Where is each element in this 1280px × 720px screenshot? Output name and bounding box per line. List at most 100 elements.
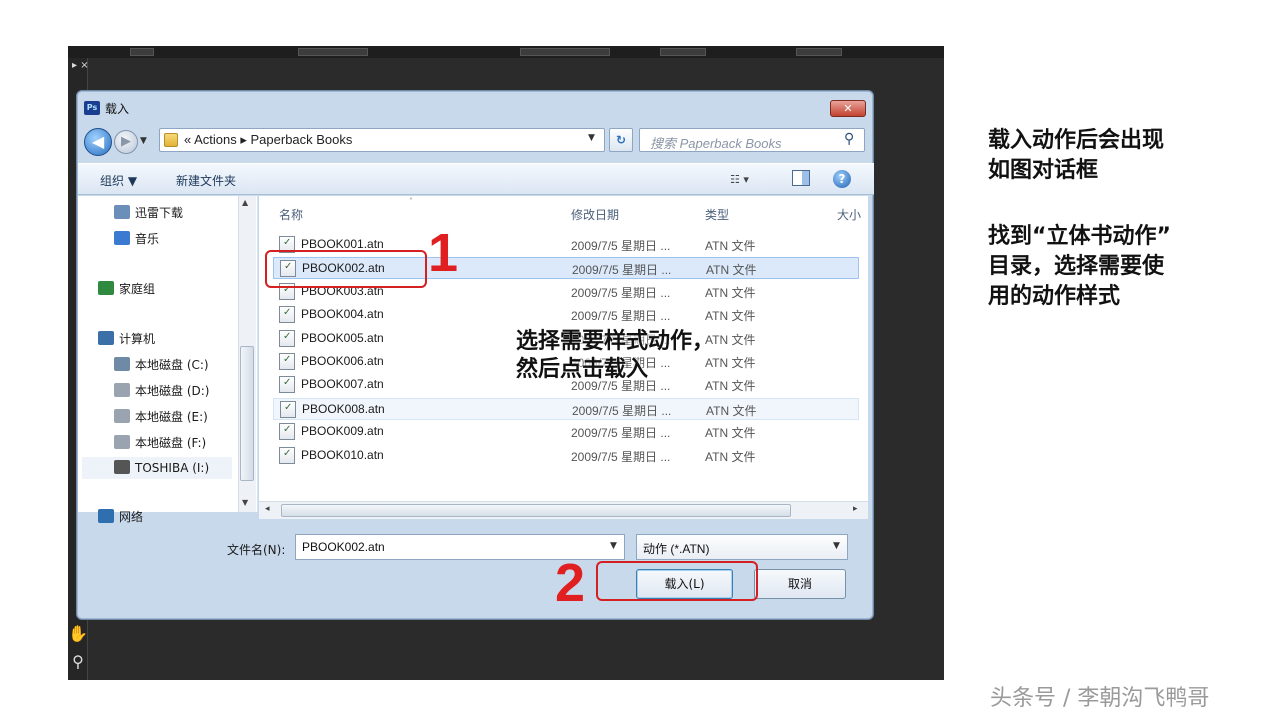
file-row[interactable]: PBOOK008.atn 2009/7/5 星期日 ... ATN 文件 bbox=[273, 397, 859, 420]
sidebar-item[interactable]: 本地磁盘 (C:) bbox=[114, 356, 209, 373]
search-icon[interactable]: ⚲ bbox=[844, 131, 854, 147]
usb-drive-icon bbox=[114, 460, 130, 474]
sidebar-item-label: 本地磁盘 (D:) bbox=[135, 384, 210, 398]
close-button[interactable]: ✕ bbox=[830, 100, 866, 117]
file-name: PBOOK006.atn bbox=[301, 354, 384, 368]
side-note-intro: 载入动作后会出现 如图对话框 bbox=[988, 126, 1164, 186]
drive-icon bbox=[114, 383, 130, 397]
file-date: 2009/7/5 星期日 ... bbox=[571, 285, 671, 300]
address-bar[interactable]: « Actions ▸ Paperback Books ▼ bbox=[159, 128, 605, 152]
column-header-modified[interactable]: 修改日期 bbox=[571, 206, 619, 223]
file-date: 2009/7/5 星期日 ... bbox=[572, 263, 672, 278]
system-drive-icon bbox=[114, 357, 130, 371]
drive-icon bbox=[114, 409, 130, 423]
navigation-pane: 迅雷下载音乐家庭组计算机本地磁盘 (C:) 本地磁盘 (D:) 本地磁盘 (E:) 本… bbox=[78, 196, 258, 524]
options-bar-control[interactable] bbox=[796, 48, 842, 56]
dialog-titlebar[interactable]: Ps 载入 ✕ bbox=[77, 91, 873, 121]
scroll-down-icon[interactable]: ▼ bbox=[242, 498, 248, 507]
side-note-line: 如图对话框 bbox=[988, 158, 1099, 183]
zoom-tool-icon[interactable]: ⚲ bbox=[68, 652, 88, 672]
dialog-title: 载入 bbox=[105, 102, 130, 116]
callout-line: 选择需要样式动作， bbox=[516, 329, 715, 354]
file-date: 2009/7/5 星期日 ... bbox=[571, 426, 671, 441]
search-field[interactable]: 搜索 Paperback Books ⚲ bbox=[639, 128, 865, 152]
photoshop-logo-icon: Ps bbox=[84, 101, 100, 115]
forward-button[interactable]: ▶ bbox=[114, 130, 138, 154]
sidebar-item[interactable]: 网络 bbox=[98, 508, 143, 525]
action-file-icon bbox=[280, 400, 296, 418]
scroll-up-icon[interactable]: ▲ bbox=[242, 198, 248, 207]
filetype-dropdown-icon[interactable]: ▼ bbox=[833, 541, 840, 551]
music-icon bbox=[114, 231, 130, 245]
step-number-1: 1 bbox=[428, 223, 459, 283]
address-dropdown-icon[interactable]: ▼ bbox=[588, 133, 595, 143]
sidebar-item[interactable]: 本地磁盘 (F:) bbox=[114, 434, 206, 451]
scroll-right-icon[interactable]: ▸ bbox=[853, 504, 858, 514]
options-bar-control[interactable] bbox=[298, 48, 368, 56]
horizontal-scroll-thumb[interactable] bbox=[281, 504, 791, 517]
view-options-icon[interactable]: ☷ ▾ bbox=[730, 173, 749, 186]
file-date: 2009/7/5 星期日 ... bbox=[571, 239, 671, 253]
action-file-icon bbox=[279, 353, 295, 370]
column-header-type[interactable]: 类型 bbox=[705, 206, 729, 223]
refresh-button[interactable]: ↻ bbox=[609, 128, 633, 152]
preview-pane-icon[interactable] bbox=[792, 170, 810, 186]
filename-label: 文件名(N): bbox=[227, 543, 286, 557]
new-folder-button[interactable]: 新建文件夹 bbox=[176, 172, 236, 189]
file-name: PBOOK008.atn bbox=[302, 401, 385, 416]
help-icon[interactable]: ? bbox=[833, 170, 851, 188]
search-placeholder: 搜索 Paperback Books bbox=[650, 136, 782, 151]
side-note-instructions: 找到“立体书动作” 目录，选择需要使 用的动作样式 bbox=[988, 222, 1171, 312]
hand-tool-icon[interactable]: ✋ bbox=[68, 624, 88, 644]
download-folder-icon bbox=[114, 205, 130, 219]
back-button[interactable]: ◀ bbox=[84, 128, 112, 156]
sidebar-item[interactable]: 本地磁盘 (D:) bbox=[114, 382, 209, 399]
file-row[interactable]: PBOOK009.atn 2009/7/5 星期日 ... ATN 文件 bbox=[273, 421, 859, 443]
file-name: PBOOK004.atn bbox=[301, 307, 384, 322]
side-note-line: 用的动作样式 bbox=[988, 284, 1121, 309]
sidebar-item[interactable]: 本地磁盘 (E:) bbox=[114, 408, 208, 425]
action-file-icon bbox=[279, 423, 295, 441]
action-file-icon bbox=[279, 329, 295, 347]
file-type: ATN 文件 bbox=[705, 285, 756, 300]
cancel-button[interactable]: 取消 bbox=[754, 569, 846, 599]
sidebar-item-label: 家庭组 bbox=[119, 282, 156, 296]
options-bar-control[interactable] bbox=[130, 48, 154, 56]
organize-button[interactable]: 组织 ▼ bbox=[100, 172, 137, 189]
sidebar-item-label: TOSHIBA (I:) bbox=[135, 461, 210, 475]
file-row[interactable]: PBOOK004.atn 2009/7/5 星期日 ... ATN 文件 bbox=[273, 304, 859, 326]
options-bar-control[interactable] bbox=[660, 48, 706, 56]
filetype-select[interactable]: 动作 (*.ATN) ▼ bbox=[636, 534, 848, 560]
photoshop-options-bar bbox=[68, 46, 944, 58]
command-toolbar: 组织 ▼ 新建文件夹 ☷ ▾ ? bbox=[78, 163, 874, 195]
action-file-icon bbox=[279, 446, 295, 464]
sidebar-item[interactable]: 计算机 bbox=[98, 330, 155, 347]
file-row[interactable]: PBOOK010.atn 2009/7/5 星期日 ... ATN 文件 bbox=[273, 445, 859, 467]
sidebar-item[interactable]: 家庭组 bbox=[98, 280, 155, 297]
column-header-size[interactable]: 大小 bbox=[837, 206, 861, 223]
sidebar-item-label: 音乐 bbox=[135, 232, 160, 246]
breadcrumb[interactable]: « Actions ▸ Paperback Books bbox=[184, 132, 352, 148]
action-file-icon bbox=[279, 376, 295, 394]
sidebar-item[interactable]: 迅雷下载 bbox=[114, 204, 183, 221]
recent-locations-dropdown[interactable]: ▼ bbox=[140, 136, 147, 146]
horizontal-scrollbar[interactable]: ◂ ▸ bbox=[259, 501, 868, 519]
file-type: ATN 文件 bbox=[705, 309, 756, 324]
options-bar-control[interactable] bbox=[520, 48, 610, 56]
nav-scroll-thumb[interactable] bbox=[240, 346, 254, 481]
filename-dropdown-icon[interactable]: ▼ bbox=[610, 541, 617, 551]
step-number-2: 2 bbox=[555, 553, 586, 613]
sidebar-item-label: 迅雷下载 bbox=[135, 206, 184, 220]
sidebar-item[interactable]: 音乐 bbox=[114, 230, 159, 247]
file-name: PBOOK010.atn bbox=[301, 447, 384, 462]
column-header-name[interactable]: 名称 bbox=[279, 206, 303, 223]
side-note-line: 载入动作后会出现 bbox=[988, 128, 1165, 153]
file-name: PBOOK001.atn bbox=[301, 237, 384, 251]
scroll-left-icon[interactable]: ◂ bbox=[265, 504, 270, 514]
homegroup-icon bbox=[98, 281, 114, 295]
panel-close-icon[interactable]: ▸ × bbox=[72, 60, 89, 71]
side-note-line: 找到“立体书动作” bbox=[988, 224, 1171, 249]
file-type: ATN 文件 bbox=[705, 239, 756, 253]
sidebar-item[interactable]: TOSHIBA (I:) bbox=[82, 457, 232, 479]
highlight-box-selected-file bbox=[265, 250, 427, 288]
